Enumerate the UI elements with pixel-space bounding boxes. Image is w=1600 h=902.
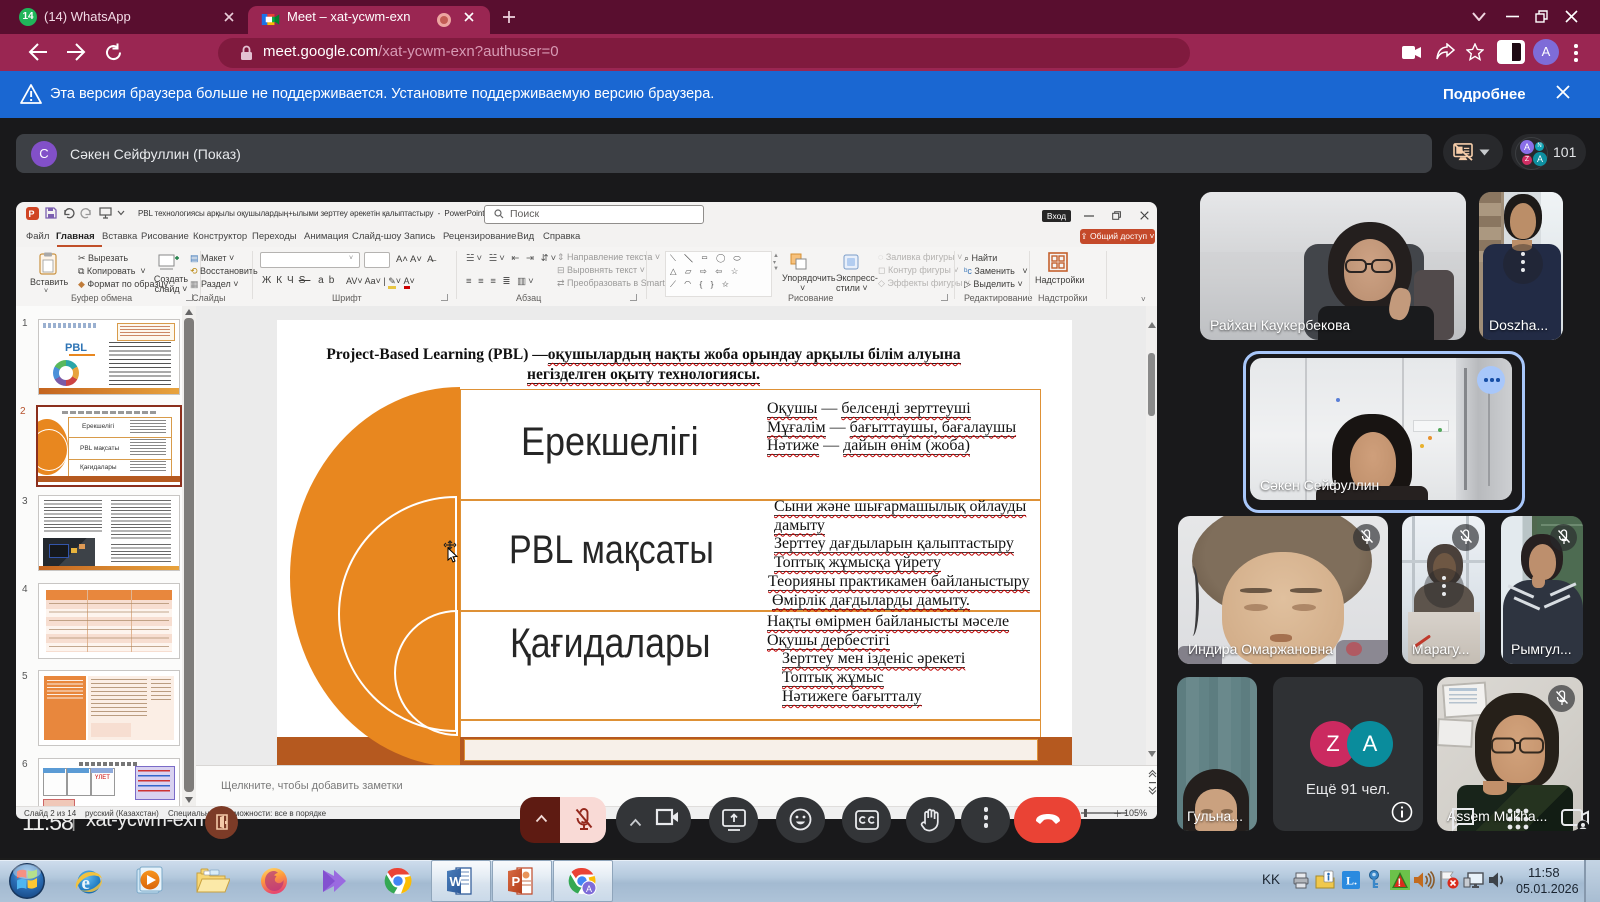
svg-text:P: P	[512, 874, 521, 889]
svg-text:A: A	[586, 884, 592, 894]
svg-text:!: !	[1398, 877, 1402, 889]
svg-text:W: W	[450, 874, 463, 889]
svg-text:L.: L.	[1346, 874, 1357, 888]
